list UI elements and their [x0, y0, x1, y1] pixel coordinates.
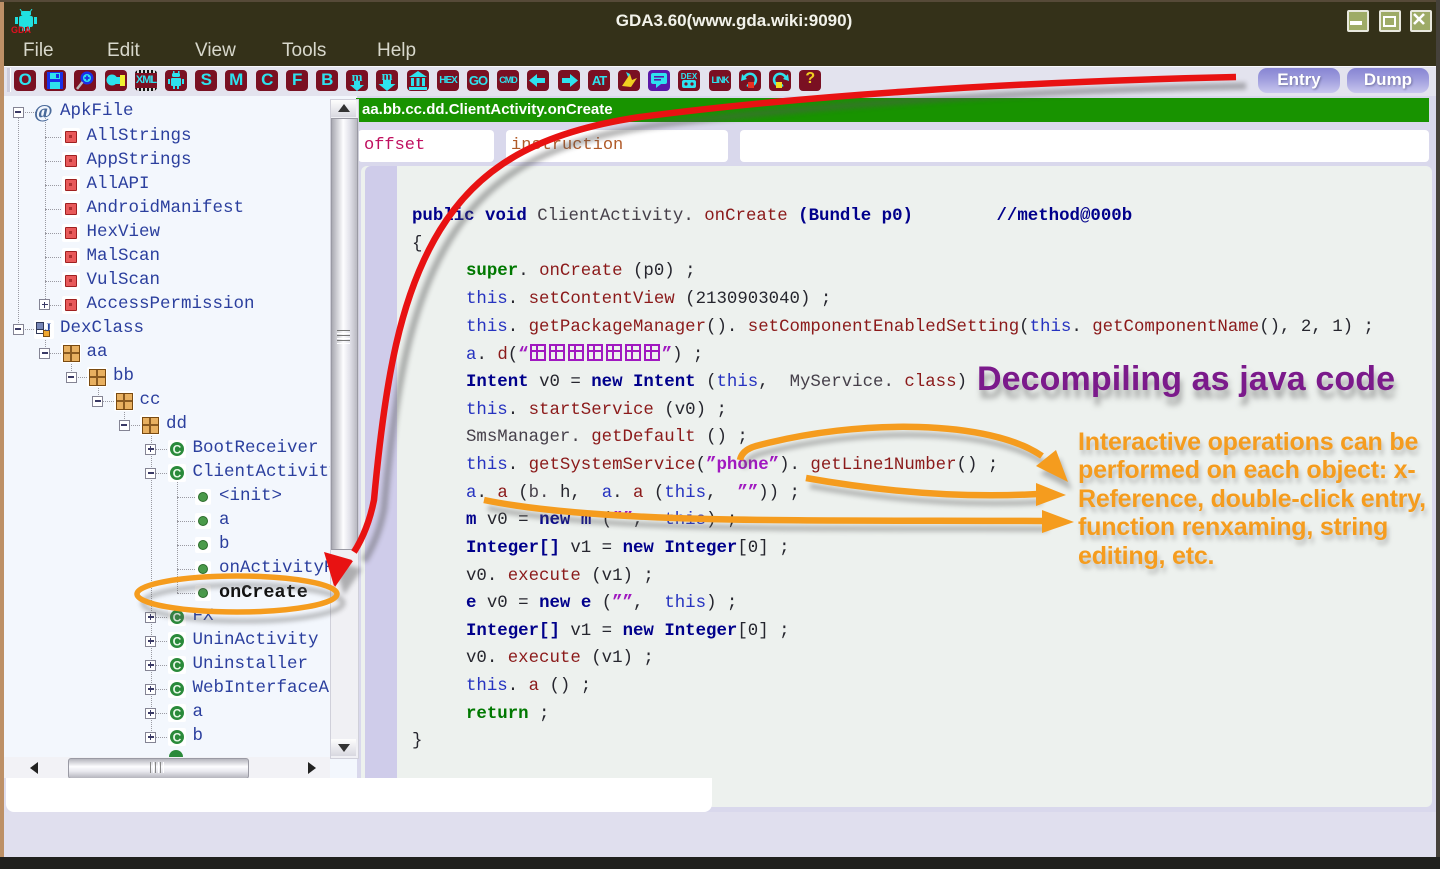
svg-text:C: C: [172, 707, 181, 721]
svg-text:C: C: [172, 635, 181, 649]
svg-text:C: C: [172, 659, 181, 673]
svg-text:C: C: [172, 467, 181, 481]
svg-text:C: C: [172, 611, 181, 625]
svg-text:C: C: [172, 731, 181, 745]
svg-text:C: C: [172, 443, 181, 457]
svg-text:DEX: DEX: [681, 72, 698, 81]
svg-text:C: C: [172, 683, 181, 697]
